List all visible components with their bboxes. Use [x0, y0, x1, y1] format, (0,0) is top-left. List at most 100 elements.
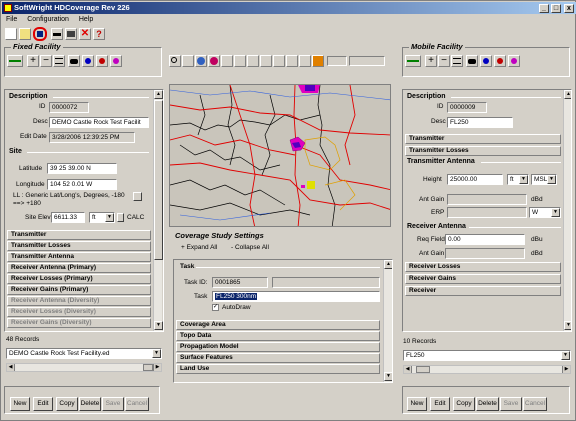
- list-icon[interactable]: [451, 55, 463, 67]
- coverage-section-topo-data[interactable]: Topo Data: [176, 331, 380, 341]
- scroll-down-arrow-icon[interactable]: ▼: [154, 321, 163, 330]
- scroll-up-arrow-icon[interactable]: ▲: [154, 90, 163, 99]
- delete-x-icon[interactable]: ✕: [79, 28, 91, 40]
- mobile-copy-button[interactable]: Copy: [453, 397, 475, 411]
- add-icon[interactable]: +: [27, 55, 39, 67]
- remove-icon[interactable]: −: [40, 55, 52, 67]
- pan-hand-icon[interactable]: [182, 55, 194, 67]
- scroll-left-arrow-icon[interactable]: ◀: [404, 366, 412, 373]
- chevron-down-icon[interactable]: ▼: [152, 349, 161, 358]
- mobile-transmitter-losses-section[interactable]: Transmitter Losses: [405, 146, 561, 156]
- mobile-receiver-section[interactable]: Receiver: [405, 286, 561, 296]
- menu-file[interactable]: File: [6, 15, 17, 25]
- expand-all-link[interactable]: + Expand All: [181, 244, 217, 251]
- fixed-section-transmitter-losses[interactable]: Transmitter Losses: [7, 241, 151, 251]
- help-icon[interactable]: ?: [93, 28, 105, 40]
- longitude-field[interactable]: 104 52 0.01 W: [47, 179, 117, 190]
- site-elev-field[interactable]: 6611.33: [51, 212, 85, 223]
- zoom-in-icon[interactable]: [234, 55, 246, 67]
- mobile-receiver-gains-section[interactable]: Receiver Gains: [405, 274, 561, 284]
- menu-help[interactable]: Help: [79, 15, 93, 25]
- coverage-map[interactable]: [169, 84, 391, 227]
- coverage-section-land-use[interactable]: Land Use: [176, 364, 380, 374]
- fixed-cancel-button[interactable]: Cancel: [125, 397, 149, 411]
- color-map-icon[interactable]: [208, 55, 220, 67]
- fixed-section-transmitter-antenna[interactable]: Transmitter Antenna: [7, 252, 151, 262]
- layer-grid-icon[interactable]: [221, 55, 233, 67]
- layers-icon[interactable]: [65, 28, 77, 40]
- fixed-new-button[interactable]: New: [10, 397, 30, 411]
- scroll-thumb[interactable]: [143, 364, 153, 371]
- chevron-down-icon[interactable]: ▼: [551, 208, 560, 217]
- latitude-field[interactable]: 39 25 39.00 N: [47, 163, 117, 174]
- print-icon[interactable]: [51, 28, 63, 40]
- fixed-save-button[interactable]: Save: [102, 397, 124, 411]
- scroll-left-arrow-icon[interactable]: ◀: [7, 364, 15, 371]
- new-file-icon[interactable]: [5, 28, 17, 40]
- close-button[interactable]: x: [564, 4, 574, 13]
- pencil-icon[interactable]: [312, 55, 324, 67]
- find-next-icon[interactable]: [96, 55, 108, 67]
- pointer-icon[interactable]: [273, 55, 285, 67]
- height-reference-select[interactable]: MSL ▼: [531, 174, 557, 185]
- fixed-section-receiver-losses-diversity[interactable]: Receiver Losses (Diversity): [7, 307, 151, 317]
- remove-icon[interactable]: −: [438, 55, 450, 67]
- fixed-section-receiver-gains-diversity[interactable]: Receiver Gains (Diversity): [7, 318, 151, 328]
- autodraw-checkbox[interactable]: ✓: [212, 304, 219, 311]
- coverage-section-surface-features[interactable]: Surface Features: [176, 353, 380, 363]
- fixed-section-receiver-antenna-primary[interactable]: Receiver Antenna (Primary): [7, 263, 151, 273]
- zoom-icon[interactable]: [169, 55, 181, 67]
- mobile-cancel-button[interactable]: Cancel: [523, 397, 547, 411]
- scroll-thumb[interactable]: [154, 100, 163, 260]
- collapse-all-link[interactable]: - Collapse All: [231, 244, 269, 251]
- open-folder-icon[interactable]: [19, 28, 31, 40]
- find-next-icon[interactable]: [494, 55, 506, 67]
- site-elev-unit-select[interactable]: ft ▼: [89, 212, 115, 223]
- erp-unit-select[interactable]: W ▼: [529, 207, 561, 218]
- minimize-button[interactable]: _: [539, 4, 549, 13]
- fixed-section-receiver-losses-primary[interactable]: Receiver Losses (Primary): [7, 274, 151, 284]
- task-name-field[interactable]: FL250 300nm: [212, 291, 380, 302]
- mobile-facility-select[interactable]: FL250 ▼: [403, 350, 571, 361]
- fixed-delete-button[interactable]: Delete: [79, 397, 101, 411]
- scroll-right-arrow-icon[interactable]: ▶: [153, 364, 161, 371]
- calc-toggle[interactable]: [117, 213, 124, 222]
- chevron-down-icon[interactable]: ▼: [105, 213, 114, 222]
- zoom-extent-icon[interactable]: [260, 55, 272, 67]
- scroll-down-arrow-icon[interactable]: ▼: [384, 372, 392, 381]
- binoculars-icon[interactable]: [68, 55, 80, 67]
- mobile-vertical-scrollbar[interactable]: ▲ ▼: [563, 90, 571, 331]
- list-icon[interactable]: [53, 55, 65, 67]
- mobile-delete-button[interactable]: Delete: [476, 397, 499, 411]
- chevron-down-icon[interactable]: ▼: [561, 351, 570, 360]
- add-icon[interactable]: +: [425, 55, 437, 67]
- coverage-section-propagation-model[interactable]: Propagation Model: [176, 342, 380, 352]
- coverage-vertical-scrollbar[interactable]: ▲ ▼: [383, 260, 392, 382]
- mobile-desc-field[interactable]: FL250: [447, 117, 513, 128]
- range-icon[interactable]: [7, 55, 23, 67]
- site-marker-icon[interactable]: [299, 55, 311, 67]
- scroll-thumb[interactable]: [416, 366, 430, 373]
- coverage-section-coverage-area[interactable]: Coverage Area: [176, 320, 380, 330]
- range-icon[interactable]: [405, 55, 421, 67]
- ruler-icon[interactable]: [286, 55, 298, 67]
- chevron-down-icon[interactable]: ▼: [547, 175, 556, 184]
- req-field-input[interactable]: 0.00: [445, 234, 525, 245]
- height-unit-select[interactable]: ft ▼: [507, 174, 529, 185]
- globe-icon[interactable]: [195, 55, 207, 67]
- find-previous-icon[interactable]: [82, 55, 94, 67]
- fixed-section-receiver-antenna-diversity[interactable]: Receiver Antenna (Diversity): [7, 296, 151, 306]
- mobile-new-button[interactable]: New: [407, 397, 427, 411]
- scroll-down-arrow-icon[interactable]: ▼: [564, 321, 571, 330]
- mobile-save-button[interactable]: Save: [500, 397, 522, 411]
- fixed-desc-field[interactable]: DEMO Castle Rock Test Facilit: [49, 117, 149, 128]
- scroll-right-arrow-icon[interactable]: ▶: [562, 366, 570, 373]
- find-all-icon[interactable]: [508, 55, 520, 67]
- fixed-facility-select[interactable]: DEMO Castle Rock Test Facility.ed ▼: [6, 348, 162, 359]
- mobile-receiver-losses-section[interactable]: Receiver Losses: [405, 262, 561, 272]
- find-previous-icon[interactable]: [480, 55, 492, 67]
- fixed-copy-button[interactable]: Copy: [56, 397, 78, 411]
- ll-picker-button[interactable]: [133, 192, 142, 201]
- fixed-section-transmitter[interactable]: Transmitter: [7, 230, 151, 240]
- save-icon[interactable]: [33, 27, 47, 41]
